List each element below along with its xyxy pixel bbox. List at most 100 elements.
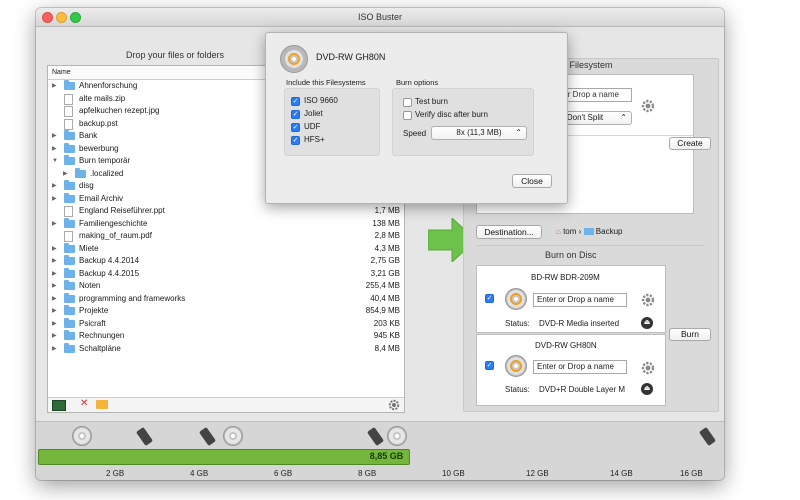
file-row[interactable]: making_of_raum.pdf 2,8 MB [48, 230, 404, 243]
file-row[interactable]: England Reiseführer.ppt 1,7 MB [48, 205, 404, 218]
drive-1-checkbox[interactable]: ✓ [485, 294, 494, 303]
folder-icon [64, 80, 75, 90]
add-disc-icon[interactable] [52, 400, 66, 411]
disclosure-closed-icon[interactable]: ▶ [52, 143, 57, 156]
disclosure-closed-icon[interactable]: ▶ [52, 305, 57, 318]
disclosure-closed-icon[interactable]: ▶ [52, 193, 57, 206]
destination-path[interactable]: ⌂ tom › Backup [556, 227, 622, 236]
file-name: Burn temporär [79, 156, 131, 165]
iso-buster-window: ISO Buster Drop your files or folders Na… [36, 8, 724, 480]
disclosure-closed-icon[interactable]: ▶ [52, 218, 57, 231]
file-row[interactable]: ▶ Psicraft 203 KB [48, 317, 404, 331]
disclosure-closed-icon[interactable]: ▶ [52, 293, 57, 306]
capacity-timeline[interactable]: 8,85 GB 2 GB 4 GB 6 GB 8 GB 10 GB 12 GB 14 GB 1… [36, 421, 724, 480]
file-name: Miete [79, 243, 99, 253]
file-name: Noten [79, 281, 101, 290]
burn-section-title: Burn on Disc [545, 250, 597, 260]
disclosure-closed-icon[interactable]: ▶ [52, 80, 57, 93]
file-row[interactable]: ▶ Rechnungen 945 KB [48, 330, 404, 343]
file-row[interactable]: ▶ Backup 4.4.2014 2,75 GB [48, 255, 404, 268]
file-name: Bank [79, 131, 98, 140]
folder-icon [64, 242, 75, 253]
close-dialog-button[interactable]: Close [512, 174, 552, 188]
disclosure-closed-icon[interactable]: ▶ [52, 280, 57, 293]
disclosure-closed-icon[interactable]: ▶ [52, 243, 57, 256]
close-window-button[interactable] [42, 12, 53, 23]
folder-icon [64, 217, 75, 228]
test-burn-label: Test burn [415, 97, 448, 106]
file-size: 2,75 GB [370, 256, 400, 265]
file-name: Backup 4.4.2015 [79, 268, 140, 278]
disclosure-closed-icon[interactable]: ▶ [52, 255, 57, 268]
create-button[interactable]: Create [669, 137, 711, 150]
file-row[interactable]: ▶ Schaltpläne 8,4 MB [48, 342, 404, 356]
test-burn-checkbox[interactable] [403, 98, 412, 107]
disclosure-closed-icon[interactable]: ▶ [63, 168, 68, 181]
save-gear-icon[interactable] [641, 99, 655, 113]
file-name: backup.pst [79, 118, 118, 128]
file-row[interactable]: ▶ Backup 4.4.2015 3,21 GB [48, 267, 404, 281]
destination-button[interactable]: Destination... [476, 225, 542, 239]
file-name: England Reiseführer.ppt [79, 206, 165, 215]
drive-2-eject-icon[interactable]: ⏏ [641, 383, 653, 395]
column-name-header[interactable]: Name [52, 66, 71, 79]
capacity-tick-label: 4 GB [190, 469, 209, 478]
drive-2-gear-icon[interactable] [641, 361, 655, 375]
speed-popup[interactable]: 8x (11,3 MB) ⌃ [431, 126, 527, 140]
file-size: 4,3 MB [374, 243, 400, 253]
disclosure-closed-icon[interactable]: ▶ [52, 318, 57, 331]
file-name: Ahnenforschung [79, 81, 138, 90]
drive-2-disc-icon [505, 355, 527, 377]
disclosure-closed-icon[interactable]: ▶ [52, 343, 57, 356]
drive-2-name-input[interactable]: Enter or Drop a name [533, 360, 627, 374]
burn-button[interactable]: Burn [669, 328, 711, 341]
folder-icon [64, 255, 75, 265]
file-row[interactable]: ▶ Miete 4,3 MB [48, 242, 404, 256]
folder-icon [583, 228, 594, 235]
filesystems-group: ✓ ISO 9660 ✓ Joliet ✓ UDF ✓ HFS+ [284, 88, 380, 156]
drive-1-name-input[interactable]: Enter or Drop a name [533, 293, 627, 307]
capacity-tick-label: 6 GB [274, 469, 293, 478]
disclosure-closed-icon[interactable]: ▶ [52, 180, 57, 193]
zoom-window-button[interactable] [70, 12, 81, 23]
file-name: .localized [90, 168, 124, 178]
settings-gear-icon[interactable] [388, 399, 400, 411]
delete-icon[interactable]: ✕ [80, 398, 88, 409]
hfsplus-checkbox[interactable]: ✓ [291, 136, 300, 145]
drive-2-checkbox[interactable]: ✓ [485, 361, 494, 370]
file-list-toolbar: ✕ [48, 397, 404, 412]
dialog-disc-icon [280, 45, 308, 73]
burn-options-group: Test burn Verify disc after burn Speed 8… [392, 88, 534, 156]
disclosure-closed-icon[interactable]: ▶ [52, 330, 57, 343]
file-row[interactable]: ▶ Familiengeschichte 138 MB [48, 217, 404, 231]
drive-1-eject-icon[interactable]: ⏏ [641, 317, 653, 329]
udf-label: UDF [304, 122, 321, 131]
disclosure-closed-icon[interactable]: ▶ [52, 130, 57, 143]
disclosure-closed-icon[interactable]: ▶ [52, 268, 57, 281]
file-row[interactable]: ▶ programming and frameworks 40,4 MB [48, 292, 404, 306]
title-bar: ISO Buster [36, 8, 724, 27]
file-size: 40,4 MB [370, 293, 400, 303]
disc-marker-icon [72, 426, 93, 446]
drive-2-status-label: Status: [505, 385, 530, 394]
capacity-tick-label: 8 GB [358, 469, 377, 478]
iso9660-checkbox[interactable]: ✓ [291, 97, 300, 106]
speed-label: Speed [403, 129, 427, 138]
file-name: Email Archiv [79, 193, 124, 203]
burn-drive-1: BD-RW BDR-209M ✓ Enter or Drop a name St… [476, 265, 666, 333]
capacity-tick-label: 16 GB [680, 469, 703, 478]
verify-disc-checkbox[interactable] [403, 111, 412, 120]
open-folder-icon[interactable] [96, 400, 108, 409]
file-row[interactable]: ▶ Noten 255,4 MB [48, 280, 404, 293]
udf-checkbox[interactable]: ✓ [291, 123, 300, 132]
file-size: 8,4 MB [374, 343, 400, 353]
file-name: programming and frameworks [79, 293, 186, 303]
disclosure-open-icon[interactable]: ▼ [52, 155, 58, 168]
home-icon: ⌂ [556, 227, 561, 236]
file-icon [64, 93, 73, 105]
minimize-window-button[interactable] [56, 12, 67, 23]
drive-1-gear-icon[interactable] [641, 293, 655, 307]
file-row[interactable]: ▶ Projekte 854,9 MB [48, 305, 404, 318]
path-user: tom [563, 227, 577, 236]
joliet-checkbox[interactable]: ✓ [291, 110, 300, 119]
